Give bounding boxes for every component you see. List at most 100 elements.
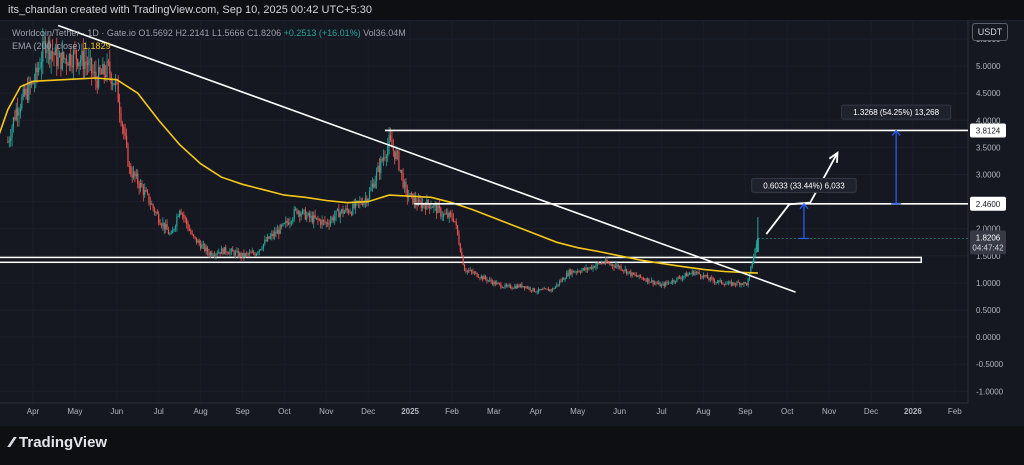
candle-body xyxy=(582,268,584,271)
candle-body xyxy=(186,218,188,224)
candle-body xyxy=(384,157,386,159)
candle-body xyxy=(362,203,364,206)
candle-body xyxy=(170,233,172,235)
candle-body xyxy=(325,222,327,224)
candle-body xyxy=(680,278,682,280)
candle-body xyxy=(726,283,728,285)
candle-body xyxy=(389,135,392,140)
candle-body xyxy=(550,289,552,291)
candle-body xyxy=(260,249,262,251)
candle-body xyxy=(549,289,551,291)
candle-body xyxy=(322,220,325,221)
candle-body xyxy=(148,193,150,204)
candle-body xyxy=(585,267,587,270)
y-tick-label: 3.0000 xyxy=(976,171,1001,180)
candle-body xyxy=(197,240,199,243)
projection-path xyxy=(765,152,839,235)
candle-body xyxy=(679,277,681,279)
candle-body xyxy=(614,265,617,268)
candle-body xyxy=(32,82,34,84)
candle-body xyxy=(7,141,9,143)
candle-body xyxy=(166,224,168,230)
candle-body xyxy=(470,270,473,272)
candle-body xyxy=(307,212,309,216)
candle-body xyxy=(300,213,302,217)
candle-body xyxy=(598,263,600,264)
candle-body xyxy=(575,271,577,273)
y-tick-label: -1.0000 xyxy=(976,387,1004,396)
candle-body xyxy=(635,274,637,277)
candle-body xyxy=(155,212,157,214)
candle-body xyxy=(373,183,375,188)
candle-body xyxy=(557,284,559,286)
candle-body xyxy=(152,204,154,209)
candle-body xyxy=(248,252,251,255)
candle-body xyxy=(220,248,223,254)
candle-body xyxy=(272,233,274,237)
candle-body xyxy=(542,289,544,291)
candle-body xyxy=(746,282,748,286)
currency-button[interactable]: USDT xyxy=(972,23,1008,41)
candle-body xyxy=(497,282,499,284)
candle-body xyxy=(537,288,540,292)
candle-body xyxy=(159,222,161,225)
candle-body xyxy=(283,223,285,225)
candle-body xyxy=(211,252,213,256)
candle-body xyxy=(190,230,192,234)
candle-body xyxy=(398,151,400,171)
last-candle-body xyxy=(756,238,759,253)
candle-body xyxy=(264,239,266,244)
candle-body xyxy=(644,279,646,281)
candle-body xyxy=(37,68,40,73)
candle-body xyxy=(532,288,534,291)
candle-body xyxy=(498,283,501,284)
top-bar: its_chandan created with TradingView.com… xyxy=(0,0,1024,22)
candle-body xyxy=(287,222,290,225)
candle-body xyxy=(57,57,59,67)
candle-body xyxy=(121,123,123,127)
tradingview-logo[interactable]: ⁄⁄ TradingView xyxy=(10,434,107,451)
y-tick-label: 5.0000 xyxy=(976,62,1001,71)
candle-body xyxy=(702,275,704,278)
candle-body xyxy=(505,284,508,287)
candle-body xyxy=(477,276,480,278)
candle-body xyxy=(223,247,225,255)
candle-body xyxy=(526,286,529,289)
ohlc-low: L1.5666 xyxy=(211,28,245,38)
candle-body xyxy=(634,274,636,276)
candle-body xyxy=(616,264,618,266)
candle-body xyxy=(100,72,103,75)
candle-body xyxy=(258,249,260,253)
candle-body xyxy=(456,225,459,235)
candle-body xyxy=(624,269,626,271)
candle-body xyxy=(723,284,725,285)
candle-body xyxy=(339,212,341,218)
candle-body xyxy=(681,277,684,279)
candle-body xyxy=(612,264,614,267)
candle-body xyxy=(493,281,495,285)
candle-body xyxy=(177,216,179,217)
candle-body xyxy=(433,204,435,208)
candle-body xyxy=(621,269,623,271)
candle-body xyxy=(410,193,413,194)
x-tick-label: 2026 xyxy=(904,407,922,416)
candle-body xyxy=(693,271,695,275)
candle-body xyxy=(579,271,582,273)
candle-body xyxy=(294,208,297,210)
legend-symbol-line: Worldcoin/Tether · 1D · Gate.io O1.5692 … xyxy=(12,27,406,40)
chart-area[interactable]: Worldcoin/Tether · 1D · Gate.io O1.5692 … xyxy=(0,20,1024,427)
candle-body xyxy=(522,286,524,288)
candle-body xyxy=(151,204,153,206)
last-price-label: 1.8206 xyxy=(976,233,1001,242)
candle-body xyxy=(452,218,454,222)
y-tick-label: 0.5000 xyxy=(976,306,1001,315)
chart-legend: Worldcoin/Tether · 1D · Gate.io O1.5692 … xyxy=(12,27,406,53)
candle-body xyxy=(637,276,639,277)
candle-body xyxy=(539,288,541,290)
x-tick-label: Apr xyxy=(27,407,40,416)
candle-body xyxy=(250,252,252,254)
x-tick-label: 2025 xyxy=(401,407,419,416)
candle-body xyxy=(382,157,385,161)
price-chart[interactable]: 5.50005.00004.50004.00003.50003.00002.50… xyxy=(0,21,1024,426)
candle-body xyxy=(78,62,80,67)
